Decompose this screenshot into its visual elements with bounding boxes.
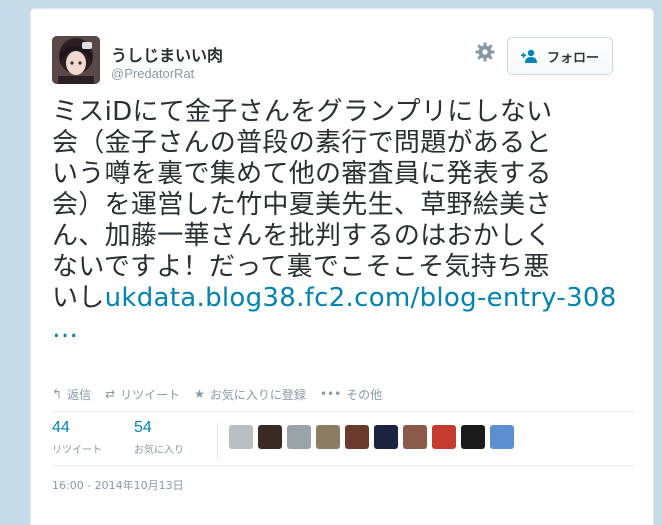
tweet-line: 会（金子さんの普段の素行で問題があると bbox=[52, 128, 552, 158]
favorite-count-label: お気に入り bbox=[134, 445, 184, 456]
favorite-button[interactable]: ★ お気に入りに登録 bbox=[194, 385, 306, 403]
gear-icon[interactable] bbox=[474, 41, 496, 63]
retweet-count: 44 bbox=[52, 419, 70, 436]
tweet-line: いう噂を裏で集めて他の審査員に発表する bbox=[52, 159, 552, 189]
retweet-count-stat[interactable]: 44 リツイート bbox=[52, 419, 134, 463]
tweet-line: 会）を運営した竹中夏美先生、草野絵美さ bbox=[52, 190, 552, 220]
follow-button[interactable]: フォロー bbox=[507, 37, 613, 75]
reply-label: 返信 bbox=[67, 387, 92, 402]
favoriter-avatar[interactable] bbox=[287, 425, 311, 449]
favorite-count: 54 bbox=[134, 419, 152, 436]
stats-separator bbox=[217, 423, 218, 459]
favoriter-avatars bbox=[229, 425, 514, 449]
favoriter-avatar[interactable] bbox=[432, 425, 456, 449]
user-handle[interactable]: @PredatorRat bbox=[111, 66, 194, 81]
tweet-text-prefix: いし bbox=[52, 283, 105, 313]
more-label: その他 bbox=[346, 387, 383, 402]
star-icon: ★ bbox=[194, 387, 205, 401]
tweet-text: ミスiDにて金子さんをグランプリにしない 会（金子さんの普段の素行で問題があると… bbox=[52, 97, 632, 345]
more-icon: ••• bbox=[319, 387, 342, 401]
avatar-image bbox=[52, 36, 100, 84]
favoriter-avatar[interactable] bbox=[316, 425, 340, 449]
tweet-ellipsis: … bbox=[52, 314, 632, 345]
tweet-card: うしじまいい肉 @PredatorRat フォロー ミスiDにて金子さんをグラン… bbox=[30, 8, 654, 525]
retweet-count-label: リツイート bbox=[52, 445, 102, 456]
retweet-label: リツイート bbox=[120, 387, 181, 402]
tweet-link-ellipsis[interactable]: … bbox=[52, 314, 78, 344]
favoriter-avatar[interactable] bbox=[403, 425, 427, 449]
follow-button-label: フォロー bbox=[546, 50, 599, 66]
favoriter-avatar[interactable] bbox=[229, 425, 253, 449]
favorite-label: お気に入りに登録 bbox=[209, 387, 306, 402]
favoriter-avatar[interactable] bbox=[374, 425, 398, 449]
favoriter-avatar[interactable] bbox=[490, 425, 514, 449]
retweet-icon: ⇄ bbox=[105, 387, 116, 401]
user-avatar[interactable] bbox=[52, 36, 100, 84]
favorite-count-stat[interactable]: 54 お気に入り bbox=[134, 419, 216, 463]
reply-button[interactable]: ↰ 返信 bbox=[52, 385, 91, 403]
tweet-stats: 44 リツイート 54 お気に入り bbox=[52, 419, 216, 463]
stats-divider-bottom bbox=[52, 465, 634, 466]
favoriter-avatar[interactable] bbox=[345, 425, 369, 449]
tweet-line: ないですよ！だって裏でこそこそ気持ち悪 bbox=[52, 252, 550, 282]
favoriter-avatar[interactable] bbox=[461, 425, 485, 449]
tweet-actions: ↰ 返信 ⇄ リツイート ★ お気に入りに登録 ••• その他 bbox=[52, 385, 382, 403]
add-user-icon bbox=[520, 49, 537, 63]
more-button[interactable]: ••• その他 bbox=[320, 385, 382, 403]
retweet-button[interactable]: ⇄ リツイート bbox=[105, 385, 180, 403]
tweet-timestamp[interactable]: 16:00 - 2014年10月13日 bbox=[52, 477, 184, 493]
tweet-line: ん、加藤一華さんを批判するのはおかしく bbox=[52, 221, 552, 251]
reply-icon: ↰ bbox=[52, 387, 63, 401]
favoriter-avatar[interactable] bbox=[258, 425, 282, 449]
tweet-line-last: いしukdata.blog38.fc2.com/blog-entry-308 bbox=[52, 283, 632, 314]
tweet-link[interactable]: ukdata.blog38.fc2.com/blog-entry-308 bbox=[105, 283, 617, 313]
stats-divider-top bbox=[52, 411, 634, 412]
display-name[interactable]: うしじまいい肉 bbox=[111, 42, 223, 66]
tweet-line: ミスiDにて金子さんをグランプリにしない bbox=[52, 97, 553, 127]
